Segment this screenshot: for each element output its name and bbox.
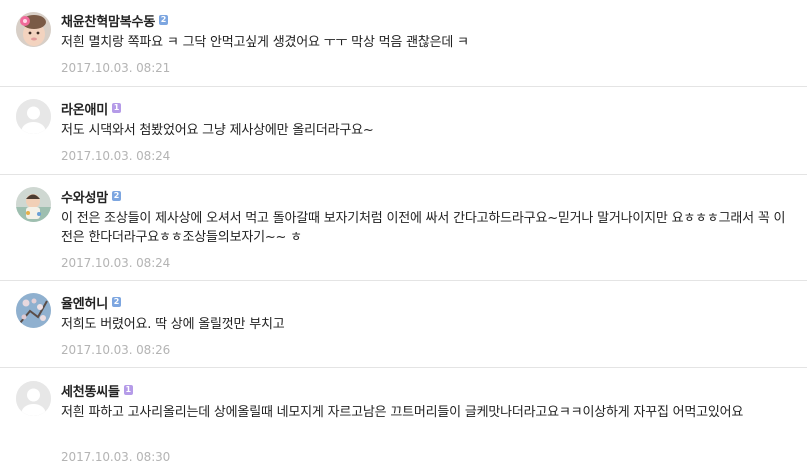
nickname-row: 세천똥씨들 1 bbox=[61, 381, 133, 400]
comment-date: 2017.10.03. 08:21 bbox=[61, 61, 171, 75]
avatar[interactable] bbox=[16, 293, 51, 328]
avatar[interactable] bbox=[16, 381, 51, 416]
comment-list: 채윤찬혁맘복수동 2 저흰 멸치랑 쪽파요 ㅋ 그닥 안먹고싶게 생겼어요 ㅜㅜ… bbox=[0, 0, 807, 473]
nickname-row: 채윤찬혁맘복수동 2 bbox=[61, 11, 169, 30]
comment-item: 채윤찬혁맘복수동 2 저흰 멸치랑 쪽파요 ㅋ 그닥 안먹고싶게 생겼어요 ㅜㅜ… bbox=[0, 0, 807, 87]
comment-date: 2017.10.03. 08:24 bbox=[61, 256, 171, 270]
comment-item: 세천똥씨들 1 저흰 파하고 고사리올리는데 상에올릴때 네모지게 자르고남은 … bbox=[0, 368, 807, 473]
comment-text: 저희도 버렸어요. 딱 상에 올릴껏만 부치고 bbox=[61, 317, 285, 332]
comment-item: 율엔허니 2 저희도 버렸어요. 딱 상에 올릴껏만 부치고 2017.10.0… bbox=[0, 281, 807, 368]
level-badge-icon: 1 bbox=[123, 385, 133, 395]
comment-item: 수와성맘 2 이 전은 조상들이 제사상에 오셔서 먹고 돌아갈때 보자기처럼 … bbox=[0, 175, 807, 281]
comment-text: 저흰 파하고 고사리올리는데 상에올릴때 네모지게 자르고남은 끄트머리들이 글… bbox=[61, 405, 744, 420]
nickname-row: 수와성맘 2 bbox=[61, 187, 122, 206]
nickname[interactable]: 라온애미 bbox=[61, 99, 108, 118]
comment-date: 2017.10.03. 08:24 bbox=[61, 149, 171, 163]
comment-text: 저도 시댁와서 첨봤었어요 그냥 제사상에만 올리더라구요~ bbox=[61, 123, 374, 138]
comment-text: 저흰 멸치랑 쪽파요 ㅋ 그닥 안먹고싶게 생겼어요 ㅜㅜ 막상 먹음 괜찮은데… bbox=[61, 35, 469, 50]
avatar[interactable] bbox=[16, 99, 51, 134]
level-badge-icon: 1 bbox=[112, 103, 122, 113]
default-user-icon bbox=[16, 99, 51, 134]
nickname-row: 라온애미 1 bbox=[61, 99, 122, 118]
avatar[interactable] bbox=[16, 187, 51, 222]
baby-photo-icon bbox=[16, 12, 51, 47]
nickname[interactable]: 수와성맘 bbox=[61, 187, 108, 206]
nickname[interactable]: 율엔허니 bbox=[61, 293, 108, 312]
level-badge-icon: 2 bbox=[159, 15, 169, 25]
child-photo-icon bbox=[16, 187, 51, 222]
comment-date: 2017.10.03. 08:30 bbox=[61, 450, 171, 464]
default-user-icon bbox=[16, 381, 51, 416]
level-badge-icon: 2 bbox=[112, 297, 122, 307]
level-badge-icon: 2 bbox=[112, 191, 122, 201]
comment-item: 라온애미 1 저도 시댁와서 첨봤었어요 그냥 제사상에만 올리더라구요~ 20… bbox=[0, 87, 807, 175]
nickname[interactable]: 세천똥씨들 bbox=[61, 381, 120, 400]
nickname-row: 율엔허니 2 bbox=[61, 293, 122, 312]
comment-text: 이 전은 조상들이 제사상에 오셔서 먹고 돌아갈때 보자기처럼 이전에 싸서 … bbox=[61, 211, 786, 245]
avatar[interactable] bbox=[16, 12, 51, 47]
blossom-photo-icon bbox=[16, 293, 51, 328]
nickname[interactable]: 채윤찬혁맘복수동 bbox=[61, 11, 155, 30]
comment-date: 2017.10.03. 08:26 bbox=[61, 343, 171, 357]
